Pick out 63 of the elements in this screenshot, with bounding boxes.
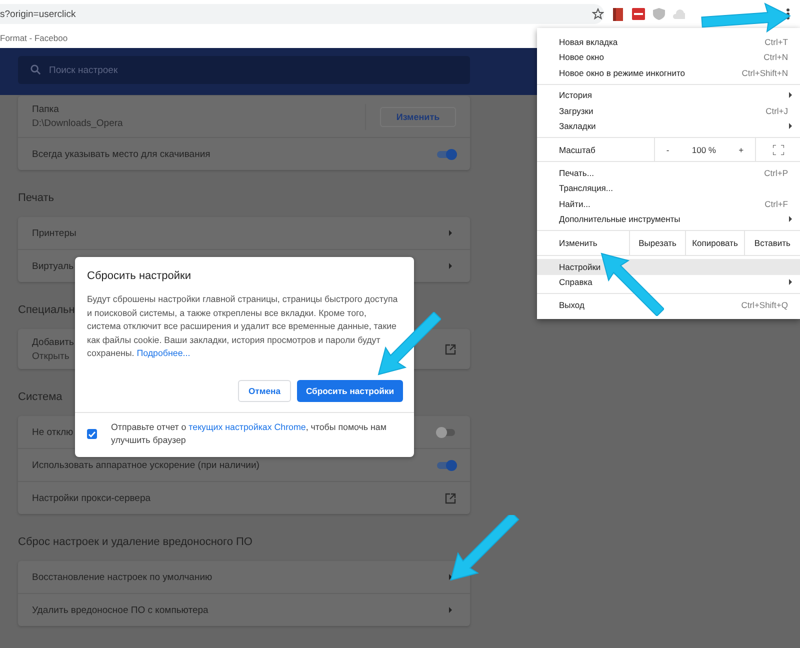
cancel-button[interactable]: Отмена [238, 380, 291, 402]
external-link-icon[interactable] [445, 344, 456, 354]
fullscreen-icon[interactable] [772, 144, 784, 154]
extension-icon[interactable] [632, 8, 645, 20]
menu-item[interactable]: Загрузки Ctrl+J [537, 103, 800, 118]
dialog-message: Будут сброшены настройки главной страницы, страницы быстрого доступа и поисковой системы, а также откреплены все вкладки. Кроме того, система отключит все расширения и удалит все временные данные, такие как файлы cookie. Ваши закладки, история просмотров и пароли будут сохранены. Подробнее... [87, 293, 399, 360]
pointer-arrow [450, 515, 520, 581]
address-bar[interactable]: s?origin=userclick [0, 4, 604, 24]
section-title: Печать [18, 191, 54, 206]
setting-label: Папка [32, 104, 59, 115]
menu-item[interactable]: Трансляция... [537, 180, 800, 196]
setting-label: Не отклю [32, 426, 74, 438]
menu-item[interactable]: Дополнительные инструменты [537, 212, 800, 227]
menu-item[interactable]: История [537, 88, 800, 103]
menu-item[interactable]: Печать... Ctrl+P [537, 165, 800, 180]
setting-label: Принтеры [32, 228, 76, 238]
menu-item[interactable]: Найти... Ctrl+F [537, 196, 800, 212]
report-text: Отправьте отчет о текущих настройках Chrome, чтобы помочь нам улучшить браузер [111, 420, 388, 447]
book-icon[interactable] [612, 8, 624, 20]
chevron-icon [449, 230, 452, 236]
menu-item[interactable]: Выход Ctrl+Shift+Q [537, 297, 800, 312]
chevron-icon [449, 263, 452, 269]
section-title: Система [18, 390, 62, 405]
menu-item[interactable]: Справка [537, 274, 800, 290]
setting-value: D:\Downloads_Opera [32, 118, 123, 129]
zoom-in-button[interactable]: + [738, 144, 744, 154]
url-text: s?origin=userclick [0, 8, 77, 20]
setting-label: Настройки прокси-сервера [32, 492, 151, 504]
reset-button[interactable]: Сбросить настройки [297, 380, 403, 402]
menu-item[interactable]: Новая вкладка Ctrl+T [537, 34, 800, 50]
learn-more-link[interactable]: Подробнее... [136, 348, 190, 358]
setting-label: Виртуаль [32, 260, 74, 272]
toggle-switch[interactable] [436, 148, 456, 160]
zoom-value: 100 % [692, 144, 716, 154]
setting-label: Удалить вредоносное ПО с компьютера [32, 604, 208, 616]
chevron-icon [449, 607, 452, 613]
section-title: Специальн [18, 303, 75, 318]
toggle-switch[interactable] [436, 459, 456, 471]
star-icon[interactable] [592, 8, 604, 20]
search-icon [30, 64, 41, 75]
setting-label: Восстановление настроек по умолчанию [32, 572, 212, 582]
pointer-arrow [600, 252, 664, 316]
menu-item[interactable]: Настройки [537, 259, 800, 274]
edit-label: Изменить [558, 237, 598, 250]
zoom-out-button[interactable]: - [666, 144, 670, 154]
setting-label: Использовать аппаратное ускорение (при наличии) [32, 460, 260, 470]
checkbox[interactable] [87, 429, 97, 439]
menu-item[interactable]: Закладки [537, 118, 800, 134]
menu-item[interactable]: Новое окно в режиме инкогнито Ctrl+Shift+N [537, 65, 800, 80]
dialog-title: Сбросить настройки [86, 269, 192, 282]
setting-label: Добавить [32, 336, 74, 348]
menu-item[interactable]: Новое окно Ctrl+N [537, 50, 800, 65]
external-link-icon[interactable] [445, 492, 456, 504]
settings-link[interactable]: текущих настройках Chrome [188, 422, 306, 432]
bookmark-item[interactable]: Format - Faceboo [0, 33, 68, 43]
zoom-label: Масштаб [558, 144, 596, 154]
search-field[interactable]: Поиск настроек [18, 56, 470, 84]
setting-value: Открыть [32, 350, 70, 362]
section-title: Сброс настроек и удаление вредоносного ПО [18, 535, 252, 550]
toggle-switch[interactable] [436, 426, 456, 438]
shield-icon[interactable] [653, 8, 665, 20]
setting-label: Всегда указывать место для скачивания [32, 148, 210, 160]
edit-button[interactable]: Вставить [744, 231, 800, 255]
